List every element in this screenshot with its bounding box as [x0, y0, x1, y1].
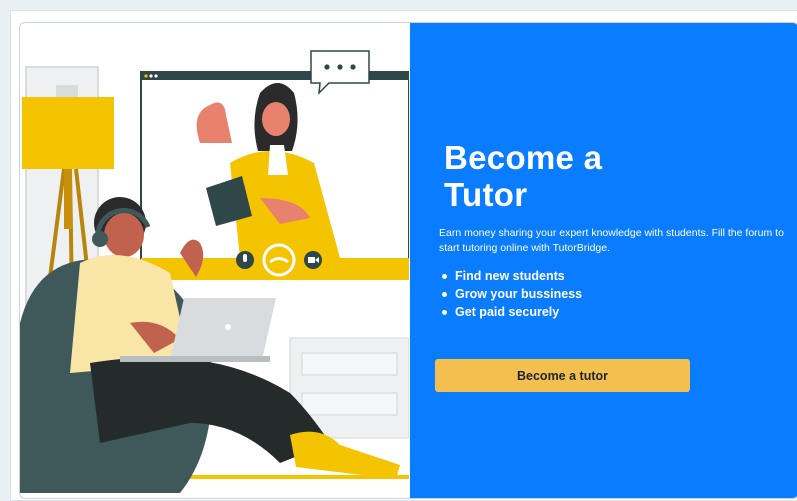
page-title: Become a Tutor	[444, 139, 602, 213]
title-line-1: Become a	[444, 139, 603, 176]
cta-panel: Become a Tutor Earn money sharing your e…	[410, 23, 797, 498]
feature-item: Grow your bussiness	[439, 285, 582, 303]
become-tutor-card: Become a Tutor Earn money sharing your e…	[19, 22, 797, 499]
become-tutor-button[interactable]: Become a tutor	[435, 359, 690, 392]
feature-list: Find new students Grow your bussiness Ge…	[439, 267, 582, 321]
title-line-2: Tutor	[444, 176, 528, 213]
feature-item: Find new students	[439, 267, 582, 285]
tutor-illustration	[20, 50, 409, 493]
description: Earn money sharing your expert knowledge…	[439, 227, 784, 254]
feature-item: Get paid securely	[439, 303, 582, 321]
